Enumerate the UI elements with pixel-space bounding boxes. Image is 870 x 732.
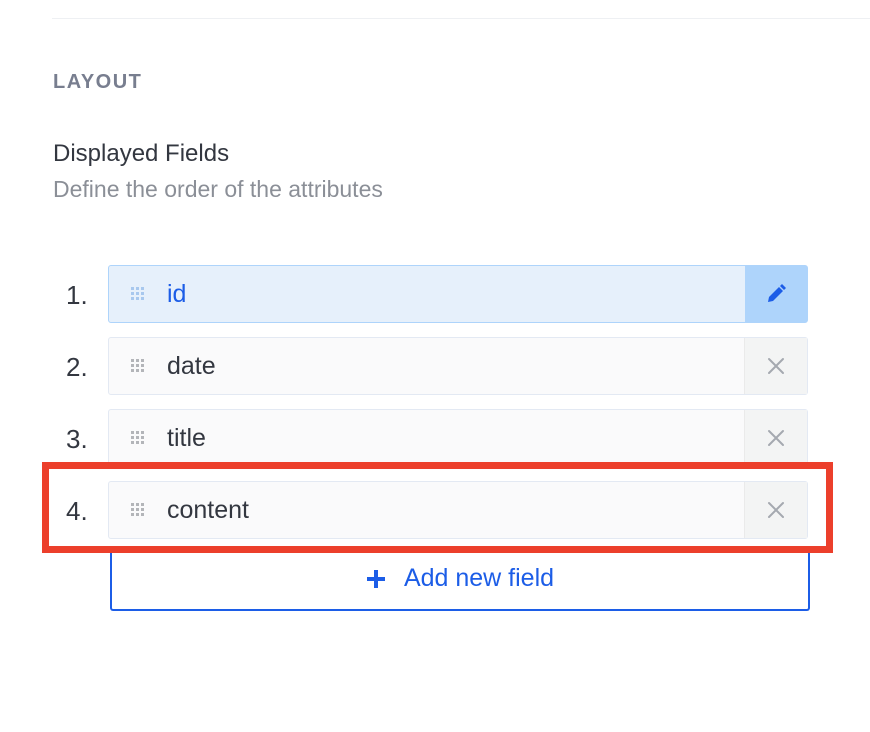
field-row-title[interactable]: title	[108, 409, 808, 467]
close-icon	[768, 502, 784, 518]
displayed-fields-title: Displayed Fields	[53, 140, 230, 167]
close-icon	[768, 430, 784, 446]
row-number: 2.	[66, 352, 88, 382]
field-row-content[interactable]: content	[108, 481, 808, 539]
drag-handle-icon[interactable]	[131, 431, 145, 445]
remove-field-button[interactable]	[744, 410, 807, 466]
pencil-icon	[768, 284, 786, 302]
field-name: date	[167, 351, 216, 380]
remove-field-button[interactable]	[744, 338, 807, 394]
add-new-field-button[interactable]: Add new field	[110, 548, 810, 611]
drag-handle-icon[interactable]	[131, 287, 145, 301]
top-divider	[52, 18, 870, 19]
section-label: LAYOUT	[53, 71, 143, 93]
row-number: 1.	[66, 280, 88, 310]
plus-icon	[366, 569, 385, 588]
field-row-date[interactable]: date	[108, 337, 808, 395]
field-name: content	[167, 495, 250, 524]
drag-handle-icon[interactable]	[131, 359, 145, 373]
field-row-id[interactable]: id	[108, 265, 808, 323]
edit-field-button[interactable]	[745, 266, 807, 322]
row-number: 4.	[66, 496, 88, 526]
displayed-fields-description: Define the order of the attributes	[53, 176, 383, 202]
remove-field-button[interactable]	[744, 482, 807, 538]
field-name: id	[167, 279, 187, 308]
add-new-field-label: Add new field	[403, 564, 555, 592]
close-icon	[768, 358, 784, 374]
drag-handle-icon[interactable]	[131, 503, 145, 517]
row-number: 3.	[66, 424, 88, 454]
field-name: title	[167, 423, 206, 452]
